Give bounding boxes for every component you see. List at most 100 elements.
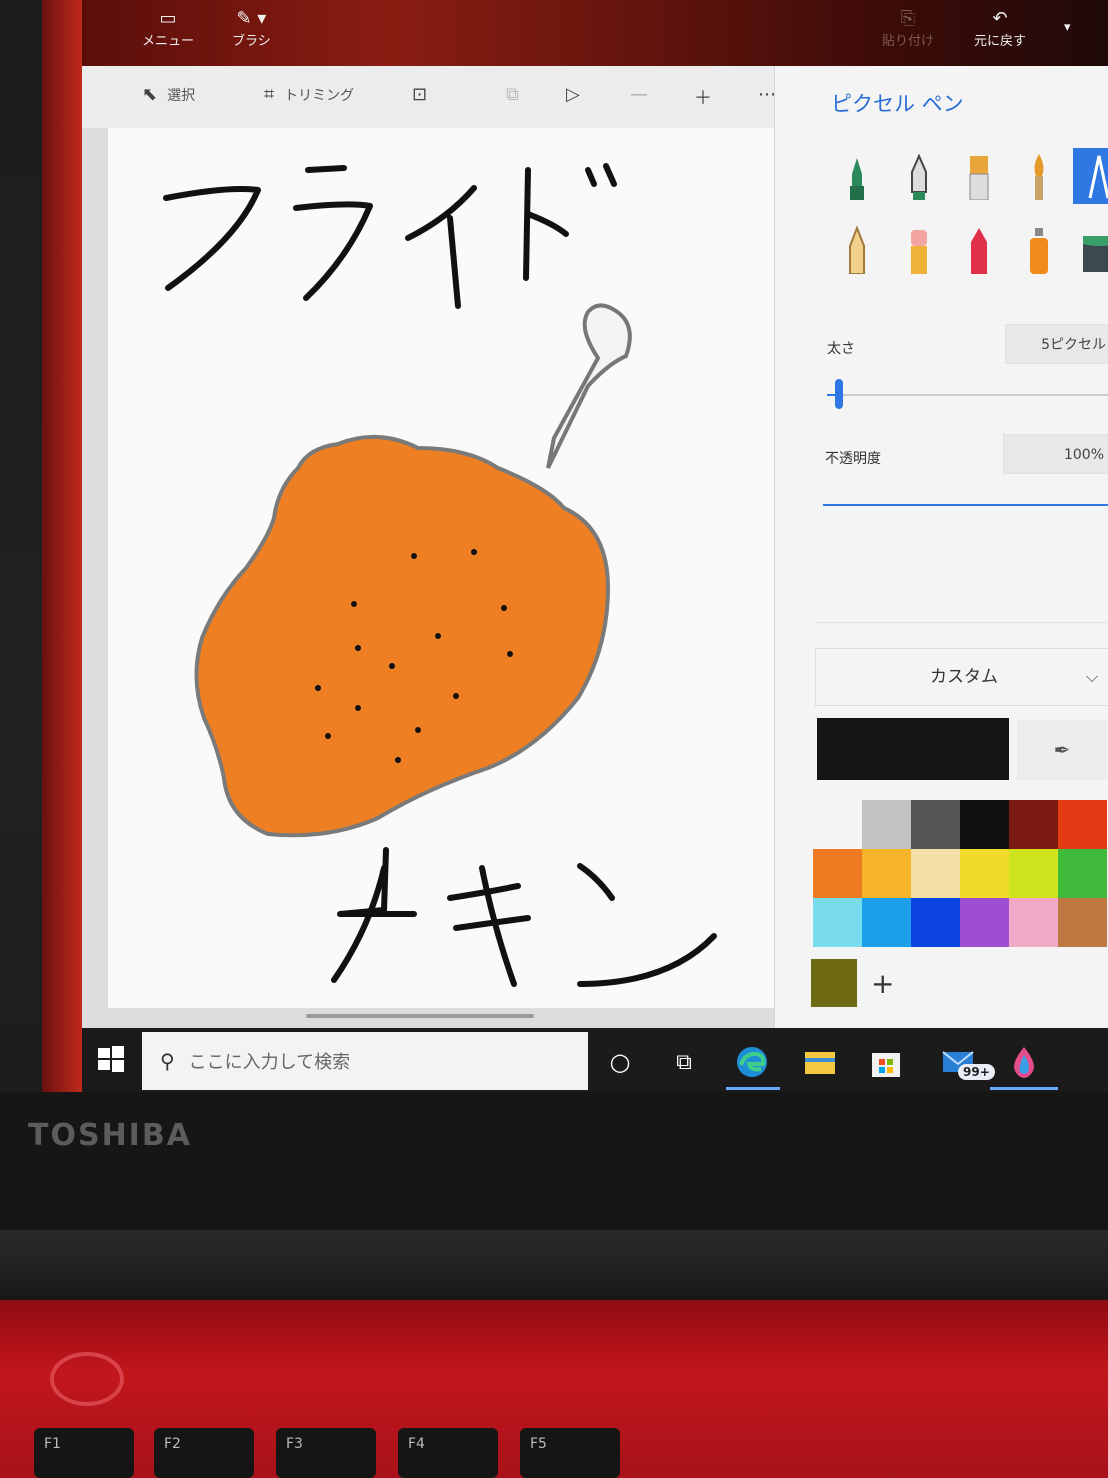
eraser[interactable] bbox=[893, 222, 945, 278]
color-swatch[interactable] bbox=[960, 800, 1009, 849]
color-swatch[interactable] bbox=[1058, 800, 1107, 849]
brush-icon: ✎ ▾ bbox=[236, 8, 267, 29]
screen: ▭ メニュー ✎ ▾ ブラシ ⎘ 貼り付け ↶ 元に戻す ▾ ︿ ⬉ 選択 ⌗ … bbox=[42, 0, 1108, 1092]
color-swatch[interactable] bbox=[911, 849, 960, 898]
mail-icon[interactable]: 99+ bbox=[938, 1042, 995, 1082]
color-swatch[interactable] bbox=[1058, 849, 1107, 898]
color-swatch[interactable] bbox=[960, 849, 1009, 898]
edge-active-indicator bbox=[726, 1087, 780, 1090]
paste-button[interactable]: ⎘ 貼り付け bbox=[882, 8, 934, 49]
cursor-icon: ⬉ bbox=[142, 84, 158, 105]
pixel-pen-icon bbox=[1088, 155, 1108, 199]
color-swatch[interactable] bbox=[1009, 800, 1058, 849]
color-swatch[interactable] bbox=[862, 898, 911, 947]
copy-tool[interactable]: ⧉ bbox=[506, 84, 519, 105]
watercolor-brush[interactable] bbox=[1013, 148, 1065, 204]
current-color-swatch[interactable] bbox=[817, 718, 1009, 780]
pencil[interactable] bbox=[831, 222, 883, 278]
color-swatch[interactable] bbox=[813, 898, 862, 947]
opacity-label: 不透明度 bbox=[825, 451, 881, 467]
taskbar-search[interactable]: ⚲ ここに入力して検索 bbox=[142, 1032, 588, 1090]
oil-brush-icon bbox=[969, 156, 989, 200]
screen-edge bbox=[42, 0, 82, 1092]
crop-tool[interactable]: ⌗ トリミング bbox=[264, 84, 354, 105]
color-swatch[interactable] bbox=[813, 849, 862, 898]
file-explorer-icon[interactable] bbox=[800, 1042, 840, 1082]
menu-button[interactable]: ▭ メニュー bbox=[142, 8, 194, 49]
title-handwriting bbox=[163, 163, 617, 309]
zoom-in-button[interactable]: ＋ bbox=[694, 84, 712, 110]
thickness-input[interactable]: 5ピクセル bbox=[1005, 324, 1108, 364]
color-swatch[interactable] bbox=[1009, 898, 1058, 947]
f2-key[interactable]: F2 bbox=[154, 1428, 254, 1478]
color-swatch[interactable] bbox=[862, 849, 911, 898]
crayon[interactable] bbox=[953, 222, 1005, 278]
color-swatch[interactable] bbox=[1058, 898, 1107, 947]
f5-key[interactable]: F5 bbox=[520, 1428, 620, 1478]
custom-color-swatch[interactable] bbox=[811, 959, 857, 1007]
oil-brush[interactable] bbox=[953, 148, 1005, 204]
f1-key[interactable]: F1 bbox=[34, 1428, 134, 1478]
color-swatch[interactable] bbox=[960, 898, 1009, 947]
zoom-out-button[interactable]: — bbox=[630, 84, 648, 105]
select-tool[interactable]: ⬉ 選択 bbox=[142, 84, 195, 105]
copy-icon: ⧉ bbox=[506, 84, 519, 105]
brand-logo: TOSHIBA bbox=[28, 1118, 192, 1153]
opacity-slider-fill bbox=[823, 504, 1108, 506]
cortana-icon[interactable]: ○ bbox=[600, 1042, 640, 1082]
titlebar: ▭ メニュー ✎ ▾ ブラシ ⎘ 貼り付け ↶ 元に戻す ▾ ︿ bbox=[82, 0, 1108, 66]
opacity-input[interactable]: 100% bbox=[1003, 434, 1108, 474]
bottom-handwriting bbox=[331, 847, 717, 987]
marker-brush[interactable] bbox=[831, 148, 883, 204]
thickness-label: 太さ bbox=[827, 341, 855, 357]
eyedropper-button[interactable]: ✒ bbox=[1017, 720, 1107, 780]
bone bbox=[546, 303, 632, 469]
color-swatch[interactable] bbox=[1009, 849, 1058, 898]
eraser-icon bbox=[911, 230, 927, 274]
pencil-icon bbox=[849, 226, 865, 274]
horizontal-scrollbar[interactable] bbox=[306, 1014, 534, 1018]
undo-button[interactable]: ↶ 元に戻す bbox=[974, 8, 1026, 49]
drawing-canvas[interactable] bbox=[108, 128, 774, 1008]
f4-key[interactable]: F4 bbox=[398, 1428, 498, 1478]
plus-icon: ＋ bbox=[694, 88, 712, 109]
chicken-meat bbox=[194, 434, 611, 838]
custom-colors-row: + bbox=[811, 958, 1107, 1008]
color-swatch[interactable] bbox=[911, 898, 960, 947]
thickness-slider-thumb[interactable] bbox=[835, 379, 843, 409]
paint-active-indicator bbox=[990, 1087, 1058, 1090]
add-color-button[interactable]: + bbox=[871, 967, 894, 1000]
spray-can[interactable] bbox=[1013, 222, 1065, 278]
store-icon[interactable] bbox=[866, 1042, 906, 1082]
watercolor-icon bbox=[1034, 154, 1044, 200]
chevron-down-icon: ⌵ bbox=[1085, 667, 1098, 686]
paint-app-icon[interactable] bbox=[1004, 1042, 1044, 1082]
fill-bucket[interactable] bbox=[1073, 222, 1108, 278]
edge-icon[interactable] bbox=[732, 1042, 772, 1082]
divider bbox=[815, 622, 1108, 623]
minus-icon: — bbox=[630, 84, 648, 105]
magic-select-tool[interactable]: ⊡ bbox=[412, 84, 427, 105]
power-button[interactable] bbox=[50, 1352, 124, 1406]
canvas-area bbox=[82, 128, 778, 1028]
palette-dropdown[interactable]: カスタム ⌵ bbox=[815, 648, 1108, 706]
brush-button[interactable]: ✎ ▾ ブラシ bbox=[232, 8, 271, 49]
color-swatch[interactable] bbox=[911, 800, 960, 849]
f3-key[interactable]: F3 bbox=[276, 1428, 376, 1478]
paste-icon: ⎘ bbox=[900, 8, 916, 29]
sticker-tool[interactable]: ▷ bbox=[566, 84, 580, 105]
fill-bucket-icon bbox=[1083, 236, 1108, 272]
search-icon: ⚲ bbox=[160, 1049, 175, 1073]
calligraphy-pen[interactable] bbox=[893, 148, 945, 204]
search-placeholder: ここに入力して検索 bbox=[188, 1052, 351, 1073]
color-swatch[interactable] bbox=[813, 800, 862, 849]
history-dropdown-icon[interactable]: ▾ bbox=[1064, 20, 1071, 35]
color-swatch[interactable] bbox=[862, 800, 911, 849]
pixel-pen[interactable] bbox=[1073, 148, 1108, 204]
thickness-slider[interactable] bbox=[827, 394, 1108, 396]
bottom-bezel bbox=[0, 1092, 1108, 1232]
mail-badge: 99+ bbox=[958, 1064, 995, 1080]
task-view-icon[interactable]: ⧉ bbox=[664, 1042, 704, 1082]
windows-start-icon[interactable] bbox=[96, 1044, 126, 1074]
fountain-pen-icon bbox=[911, 153, 927, 200]
